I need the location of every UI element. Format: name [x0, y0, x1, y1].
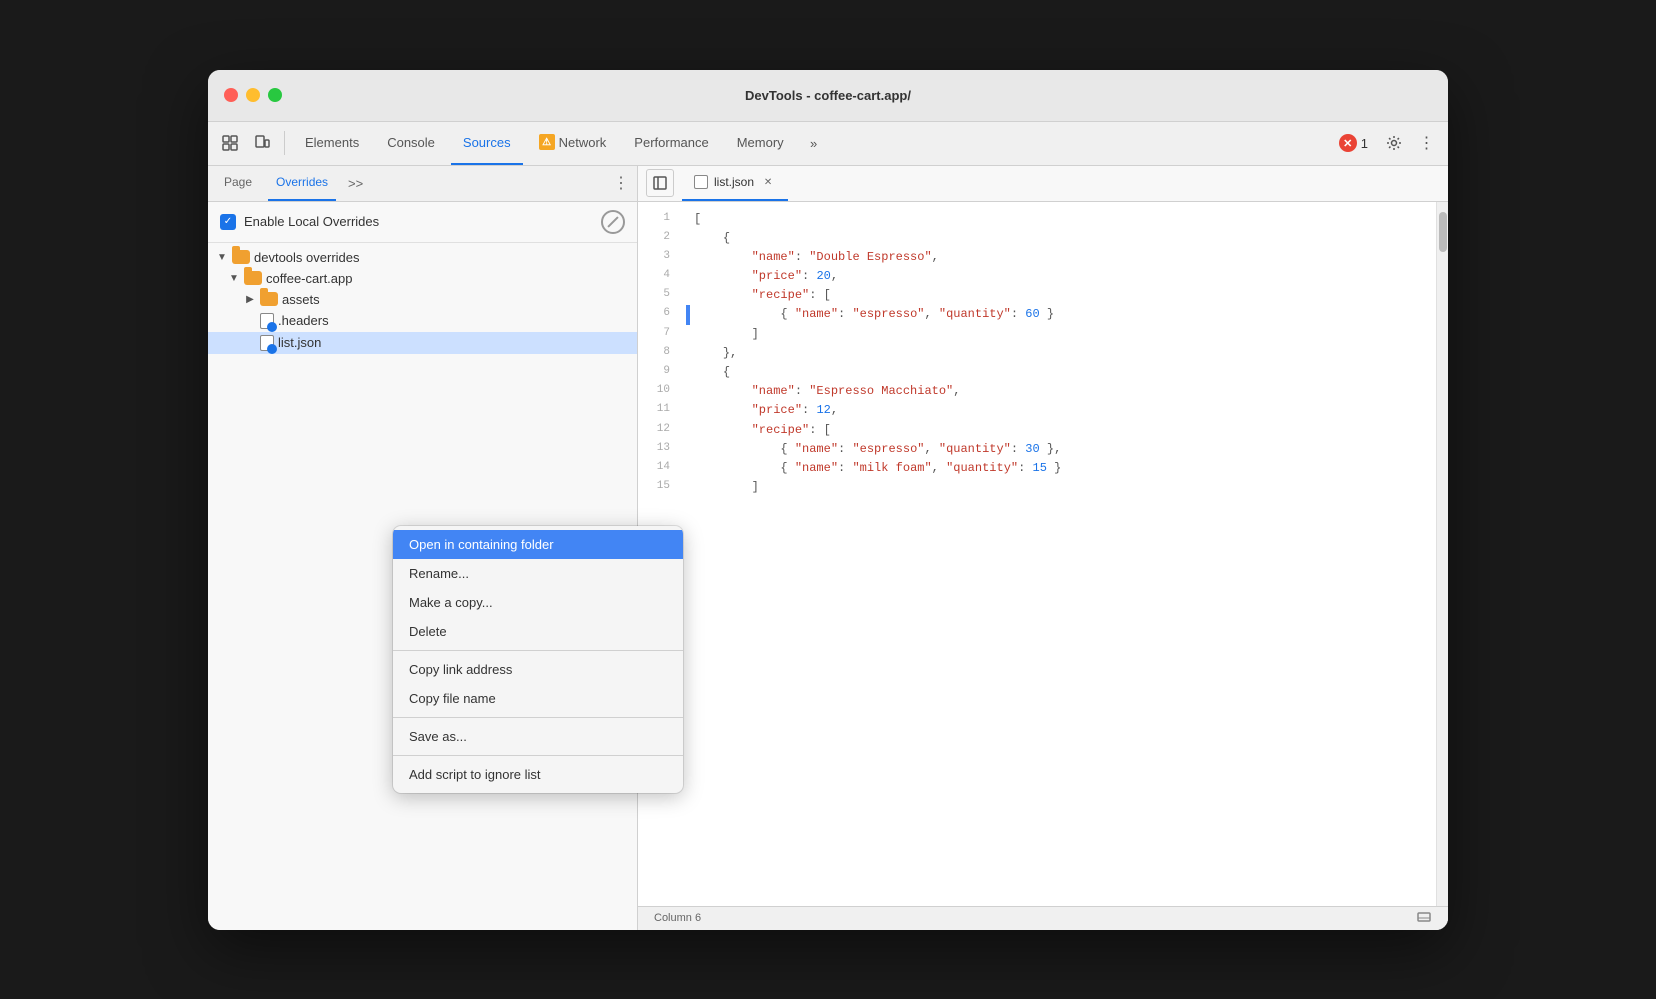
- folder-icon-coffee-cart: [244, 271, 262, 285]
- minimize-button[interactable]: [246, 88, 260, 102]
- tree-arrow-assets: ▶: [244, 293, 256, 305]
- file-badge-list-json: [267, 344, 277, 354]
- toolbar-right: ✕ 1 ⋮: [1331, 129, 1440, 157]
- error-badge[interactable]: ✕ 1: [1331, 132, 1376, 154]
- tab-performance[interactable]: Performance: [622, 121, 720, 165]
- ctx-delete[interactable]: Delete: [393, 617, 683, 646]
- code-line-4: 4 "price": 20,: [638, 267, 1436, 286]
- traffic-lights: [224, 88, 282, 102]
- sub-tabs: Page Overrides >> ⋮: [208, 166, 637, 202]
- inspect-icon[interactable]: [216, 129, 244, 157]
- ctx-save-as[interactable]: Save as...: [393, 722, 683, 751]
- tree-item-root[interactable]: ▼ devtools overrides: [208, 247, 637, 268]
- code-line-13: 13 { "name": "espresso", "quantity": 30 …: [638, 440, 1436, 459]
- tree-label-list-json: list.json: [278, 335, 321, 350]
- code-line-2: 2 {: [638, 229, 1436, 248]
- content-area: Page Overrides >> ⋮ ✓ Enable Local Overr…: [208, 166, 1448, 930]
- tree-item-list-json[interactable]: list.json: [208, 332, 637, 354]
- code-line-7: 7 ]: [638, 325, 1436, 344]
- tree-item-headers[interactable]: .headers: [208, 310, 637, 332]
- context-menu: Open in containing folder Rename... Make…: [393, 526, 683, 793]
- editor-tab-file-icon: [694, 175, 708, 189]
- status-bar: Column 6: [638, 906, 1448, 930]
- toolbar-separator: [284, 131, 285, 155]
- panel-toggle-icon[interactable]: [646, 169, 674, 197]
- tree-arrow-root: ▼: [216, 251, 228, 263]
- sub-tab-more-icon[interactable]: >>: [344, 176, 367, 191]
- ctx-separator-3: [393, 755, 683, 756]
- code-line-5: 5 "recipe": [: [638, 286, 1436, 305]
- tree-label-root: devtools overrides: [254, 250, 360, 265]
- code-line-10: 10 "name": "Espresso Macchiato",: [638, 382, 1436, 401]
- editor-tab-close-icon[interactable]: ✕: [760, 174, 776, 190]
- code-line-12: 12 "recipe": [: [638, 421, 1436, 440]
- file-badge-headers: [267, 322, 277, 332]
- code-line-6: 6 { "name": "espresso", "quantity": 60 }: [638, 305, 1436, 324]
- override-bar: ✓ Enable Local Overrides: [208, 202, 637, 243]
- ctx-copy-link[interactable]: Copy link address: [393, 655, 683, 684]
- right-panel: list.json ✕ 1 [ 2: [638, 166, 1448, 930]
- left-panel: Page Overrides >> ⋮ ✓ Enable Local Overr…: [208, 166, 638, 930]
- more-tabs-icon[interactable]: »: [800, 129, 828, 157]
- tab-network[interactable]: ⚠ Network: [527, 121, 619, 165]
- code-editor[interactable]: 1 [ 2 { 3 "name": "Doub: [638, 202, 1436, 906]
- file-icon-wrapper-list-json: [260, 335, 274, 351]
- devtools-window: DevTools - coffee-cart.app/ Elements Con…: [208, 70, 1448, 930]
- settings-icon[interactable]: [1380, 129, 1408, 157]
- code-line-3: 3 "name": "Double Espresso",: [638, 248, 1436, 267]
- ctx-open-folder[interactable]: Open in containing folder: [393, 530, 683, 559]
- maximize-button[interactable]: [268, 88, 282, 102]
- close-button[interactable]: [224, 88, 238, 102]
- scrollbar-track[interactable]: [1436, 202, 1448, 906]
- main-toolbar: Elements Console Sources ⚠ Network Perfo…: [208, 122, 1448, 166]
- tree-item-assets[interactable]: ▶ assets: [208, 289, 637, 310]
- code-container: 1 [ 2 { 3 "name": "Doub: [638, 202, 1448, 906]
- enable-overrides-label: Enable Local Overrides: [244, 214, 593, 229]
- tab-elements[interactable]: Elements: [293, 121, 371, 165]
- folder-icon-assets: [260, 292, 278, 306]
- code-line-1: 1 [: [638, 210, 1436, 229]
- error-circle-icon: ✕: [1339, 134, 1357, 152]
- tab-sources[interactable]: Sources: [451, 121, 523, 165]
- status-column: Column 6: [654, 912, 701, 924]
- code-line-11: 11 "price": 12,: [638, 401, 1436, 420]
- title-bar: DevTools - coffee-cart.app/: [208, 70, 1448, 122]
- scrollbar-thumb[interactable]: [1439, 212, 1447, 252]
- editor-tab-list-json[interactable]: list.json ✕: [682, 166, 788, 202]
- tree-label-headers: .headers: [278, 313, 329, 328]
- ctx-copy-name[interactable]: Copy file name: [393, 684, 683, 713]
- status-icon[interactable]: [1416, 909, 1432, 928]
- ctx-separator-1: [393, 650, 683, 651]
- enable-overrides-checkbox[interactable]: ✓: [220, 214, 236, 230]
- code-line-15: 15 ]: [638, 478, 1436, 497]
- folder-icon-root: [232, 250, 250, 264]
- ctx-separator-2: [393, 717, 683, 718]
- code-line-8: 8 },: [638, 344, 1436, 363]
- editor-tab-label: list.json: [714, 175, 754, 189]
- tree-label-coffee-cart: coffee-cart.app: [266, 271, 352, 286]
- ctx-rename[interactable]: Rename...: [393, 559, 683, 588]
- more-options-icon[interactable]: ⋮: [1412, 129, 1440, 157]
- network-warning-icon: ⚠: [539, 134, 555, 150]
- device-toggle-icon[interactable]: [248, 129, 276, 157]
- tree-arrow-headers: [244, 315, 256, 327]
- sub-tab-overrides[interactable]: Overrides: [268, 166, 336, 202]
- code-line-9: 9 {: [638, 363, 1436, 382]
- block-icon[interactable]: [601, 210, 625, 234]
- ctx-ignore[interactable]: Add script to ignore list: [393, 760, 683, 789]
- sub-tab-menu-icon[interactable]: ⋮: [613, 173, 629, 193]
- tab-console[interactable]: Console: [375, 121, 447, 165]
- ctx-make-copy[interactable]: Make a copy...: [393, 588, 683, 617]
- code-line-14: 14 { "name": "milk foam", "quantity": 15…: [638, 459, 1436, 478]
- tree-label-assets: assets: [282, 292, 320, 307]
- editor-tabs: list.json ✕: [638, 166, 1448, 202]
- file-icon-wrapper-headers: [260, 313, 274, 329]
- tree-item-coffee-cart[interactable]: ▼ coffee-cart.app: [208, 268, 637, 289]
- window-title: DevTools - coffee-cart.app/: [745, 88, 911, 103]
- tree-arrow-list-json: [244, 337, 256, 349]
- tab-memory[interactable]: Memory: [725, 121, 796, 165]
- sub-tab-page[interactable]: Page: [216, 166, 260, 202]
- tree-arrow-coffee-cart: ▼: [228, 272, 240, 284]
